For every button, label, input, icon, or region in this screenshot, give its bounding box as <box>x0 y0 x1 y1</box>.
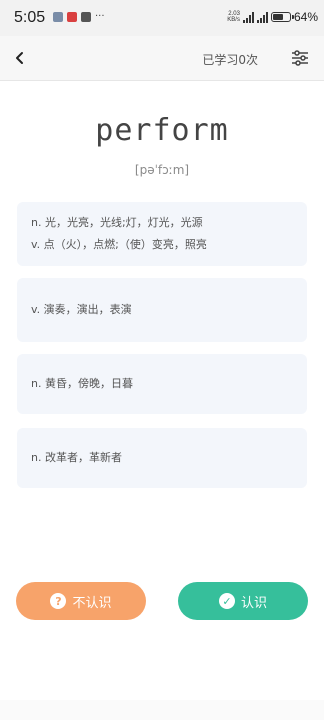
know-button[interactable]: ✓ 认识 <box>178 582 308 620</box>
notification-icons: ··· <box>53 12 105 22</box>
more-notifications-icon: ··· <box>95 11 105 22</box>
navigation-bar <box>0 700 324 720</box>
status-bar: 5:05 ··· 2.03 KB/s 64% <box>0 0 324 36</box>
signal-icon-2 <box>256 11 268 23</box>
dont-know-label: 不认识 <box>72 595 112 611</box>
definition-line: n. 光，光亮，光线;灯，灯光，光源 <box>31 216 203 229</box>
dont-know-button[interactable]: ? 不认识 <box>16 582 146 620</box>
check-icon: ✓ <box>218 593 235 609</box>
learned-count: 已学习0次 <box>202 53 258 67</box>
signal-icon <box>242 11 254 23</box>
header: 已学习0次 <box>0 36 324 81</box>
question-icon: ? <box>50 593 67 609</box>
chevron-left-icon <box>16 52 23 64</box>
definition-option-1[interactable]: n. 光，光亮，光线;灯，灯光，光源 v. 点（火），点燃;（使）变亮，照亮 <box>17 202 307 266</box>
definition-line: v. 点（火），点燃;（使）变亮，照亮 <box>31 238 207 251</box>
definition-line: n. 改革者，革新者 <box>31 451 122 464</box>
gallery-icon <box>53 12 63 22</box>
definition-line: v. 演奏，演出，表演 <box>31 303 132 316</box>
word-title: perform <box>95 113 229 148</box>
back-button[interactable] <box>10 48 30 68</box>
battery-percent: 64% <box>293 10 318 24</box>
definition-line: n. 黄昏，傍晚，日暮 <box>31 377 133 390</box>
profile-icon <box>81 12 91 22</box>
definition-option-2[interactable]: v. 演奏，演出，表演 <box>17 278 307 342</box>
definition-option-4[interactable]: n. 改革者，革新者 <box>17 428 307 488</box>
word-phonetic: [pəˈfɔːm] <box>134 163 190 177</box>
status-time: 5:05 <box>14 9 46 26</box>
definition-option-3[interactable]: n. 黄昏，傍晚，日暮 <box>17 354 307 414</box>
know-label: 认识 <box>240 595 267 611</box>
settings-button[interactable] <box>290 48 310 68</box>
battery-icon <box>270 12 294 22</box>
sliders-icon <box>292 50 308 66</box>
network-speed: 2.03 KB/s <box>227 11 240 23</box>
app-red-icon <box>67 12 77 22</box>
status-right: 2.03 KB/s 64% <box>227 10 318 24</box>
